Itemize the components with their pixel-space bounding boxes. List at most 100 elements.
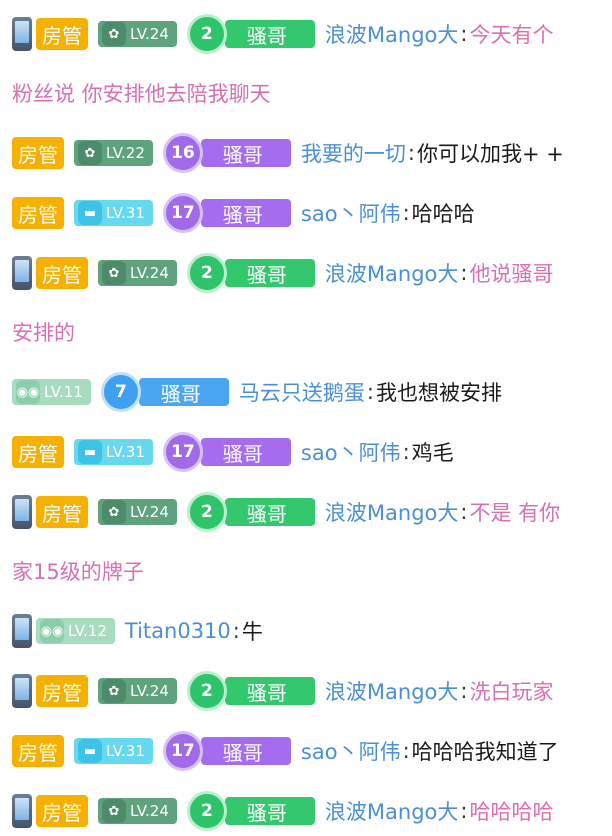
fan-medal: 17 骚哥 (162, 731, 291, 771)
chat-message[interactable]: 房管 ▬ LV.31 17 骚哥 sao丶阿伟: 哈哈哈 (12, 193, 475, 233)
fan-medal: 17 骚哥 (162, 193, 291, 233)
fan-medal: 7 骚哥 (100, 372, 229, 412)
glasses-icon: ◉◉ (16, 380, 40, 404)
message-text: 不是 有你 (469, 501, 561, 525)
message-text: 鸡毛 (411, 441, 454, 465)
chat-message[interactable]: 房管 ✿ LV.24 2 骚哥 浪波Mango大: 不是 有你 (12, 492, 560, 532)
fan-medal-level: 2 (186, 14, 227, 54)
message-text: 我也想被安排 (375, 381, 502, 405)
chat-message[interactable]: ◉◉ LV.11 7 骚哥 马云只送鹅蛋: 我也想被安排 (12, 372, 502, 412)
mobile-phone-icon (12, 495, 32, 529)
username[interactable]: Titan0310 (125, 619, 231, 643)
admin-badge: 房管 (36, 18, 88, 50)
user-level-badge: ✿ LV.24 (98, 260, 177, 286)
chat-message[interactable]: 房管 ▬ LV.31 17 骚哥 sao丶阿伟: 鸡毛 (12, 432, 454, 472)
user-level-badge: ◉◉ LV.11 (12, 379, 91, 405)
level-icon: ✿ (78, 141, 102, 165)
username[interactable]: 浪波Mango大 (325, 497, 458, 527)
fan-medal: 2 骚哥 (186, 671, 315, 711)
user-level-badge: ✿ LV.24 (98, 798, 177, 824)
mobile-phone-icon (12, 614, 32, 648)
message-text: 你可以加我+ + (416, 142, 564, 166)
message-text: 牛 (241, 620, 263, 644)
level-icon: ✿ (102, 261, 126, 285)
message-text: 今天有个 (469, 23, 554, 47)
chat-message[interactable]: 房管 ✿ LV.22 16 骚哥 我要的一切: 你可以加我+ + (12, 133, 564, 173)
fan-medal-name: 骚哥 (224, 20, 315, 48)
fan-medal-level: 17 (162, 193, 203, 233)
user-level-badge: ✿ LV.24 (98, 21, 177, 47)
fan-medal-name: 骚哥 (138, 378, 229, 406)
sofa-icon: ▬ (78, 201, 102, 225)
message-text: 家15级的牌子 (12, 560, 144, 584)
fan-medal-name: 骚哥 (200, 438, 291, 466)
fan-medal: 2 骚哥 (186, 253, 315, 293)
message-text: 粉丝说 你安排他去陪我聊天 (12, 82, 271, 106)
admin-badge: 房管 (12, 735, 64, 767)
username[interactable]: sao丶阿伟 (301, 437, 401, 467)
message-text: 他说骚哥 (469, 262, 554, 286)
chat-message[interactable]: 房管 ✿ LV.24 2 骚哥 浪波Mango大: 哈哈哈哈 (12, 791, 553, 831)
chat-message[interactable]: 房管 ✿ LV.24 2 骚哥 浪波Mango大: 洗白玩家 (12, 671, 553, 711)
fan-medal-name: 骚哥 (200, 139, 291, 167)
chat-message-continuation: 粉丝说 你安排他去陪我聊天 (12, 73, 271, 113)
user-level-badge: ✿ LV.24 (98, 678, 177, 704)
level-icon: ✿ (102, 500, 126, 524)
username[interactable]: 浪波Mango大 (325, 19, 458, 49)
user-level-badge: ✿ LV.22 (74, 140, 153, 166)
username[interactable]: sao丶阿伟 (301, 736, 401, 766)
fan-medal-name: 骚哥 (224, 498, 315, 526)
fan-medal-level: 2 (186, 791, 227, 831)
admin-badge: 房管 (36, 257, 88, 289)
mobile-phone-icon (12, 256, 32, 290)
admin-badge: 房管 (36, 496, 88, 528)
sofa-icon: ▬ (78, 739, 102, 763)
chat-message[interactable]: 房管 ▬ LV.31 17 骚哥 sao丶阿伟: 哈哈哈我知道了 (12, 731, 559, 771)
fan-medal: 2 骚哥 (186, 492, 315, 532)
fan-medal-level: 17 (162, 432, 203, 472)
fan-medal: 2 骚哥 (186, 14, 315, 54)
user-level-badge: ▬ LV.31 (74, 738, 153, 764)
chat-list: 房管 ✿ LV.24 2 骚哥 浪波Mango大: 今天有个 粉丝说 你安排他去陪我聊… (0, 0, 612, 836)
fan-medal: 16 骚哥 (162, 133, 291, 173)
fan-medal-name: 骚哥 (224, 797, 315, 825)
sofa-icon: ▬ (78, 440, 102, 464)
user-level-badge: ✿ LV.24 (98, 499, 177, 525)
fan-medal-name: 骚哥 (224, 259, 315, 287)
message-text: 洗白玩家 (469, 680, 554, 704)
fan-medal-level: 2 (186, 253, 227, 293)
level-icon: ✿ (102, 799, 126, 823)
chat-message[interactable]: 房管 ✿ LV.24 2 骚哥 浪波Mango大: 今天有个 (12, 14, 553, 54)
message-text: 哈哈哈我知道了 (411, 740, 559, 764)
mobile-phone-icon (12, 794, 32, 828)
fan-medal-name: 骚哥 (224, 677, 315, 705)
level-icon: ✿ (102, 22, 126, 46)
fan-medal-name: 骚哥 (200, 737, 291, 765)
admin-badge: 房管 (36, 675, 88, 707)
username[interactable]: 马云只送鹅蛋 (239, 377, 365, 407)
fan-medal-level: 16 (162, 133, 203, 173)
fan-medal: 17 骚哥 (162, 432, 291, 472)
message-text: 哈哈哈哈 (469, 800, 554, 824)
fan-medal-name: 骚哥 (200, 199, 291, 227)
user-level-badge: ◉◉ LV.12 (36, 618, 115, 644)
fan-medal-level: 7 (100, 372, 141, 412)
message-text: 安排的 (12, 321, 75, 345)
chat-message[interactable]: 房管 ✿ LV.24 2 骚哥 浪波Mango大: 他说骚哥 (12, 253, 553, 293)
user-level-badge: ▬ LV.31 (74, 200, 153, 226)
username[interactable]: 浪波Mango大 (325, 258, 458, 288)
level-icon: ✿ (102, 679, 126, 703)
username[interactable]: 浪波Mango大 (325, 676, 458, 706)
chat-message[interactable]: ◉◉ LV.12 Titan0310: 牛 (12, 611, 263, 651)
username[interactable]: sao丶阿伟 (301, 198, 401, 228)
fan-medal-level: 17 (162, 731, 203, 771)
admin-badge: 房管 (12, 197, 64, 229)
fan-medal-level: 2 (186, 492, 227, 532)
admin-badge: 房管 (12, 436, 64, 468)
admin-badge: 房管 (12, 137, 64, 169)
fan-medal: 2 骚哥 (186, 791, 315, 831)
username[interactable]: 浪波Mango大 (325, 796, 458, 826)
admin-badge: 房管 (36, 795, 88, 827)
user-level-badge: ▬ LV.31 (74, 439, 153, 465)
username[interactable]: 我要的一切 (301, 138, 406, 168)
